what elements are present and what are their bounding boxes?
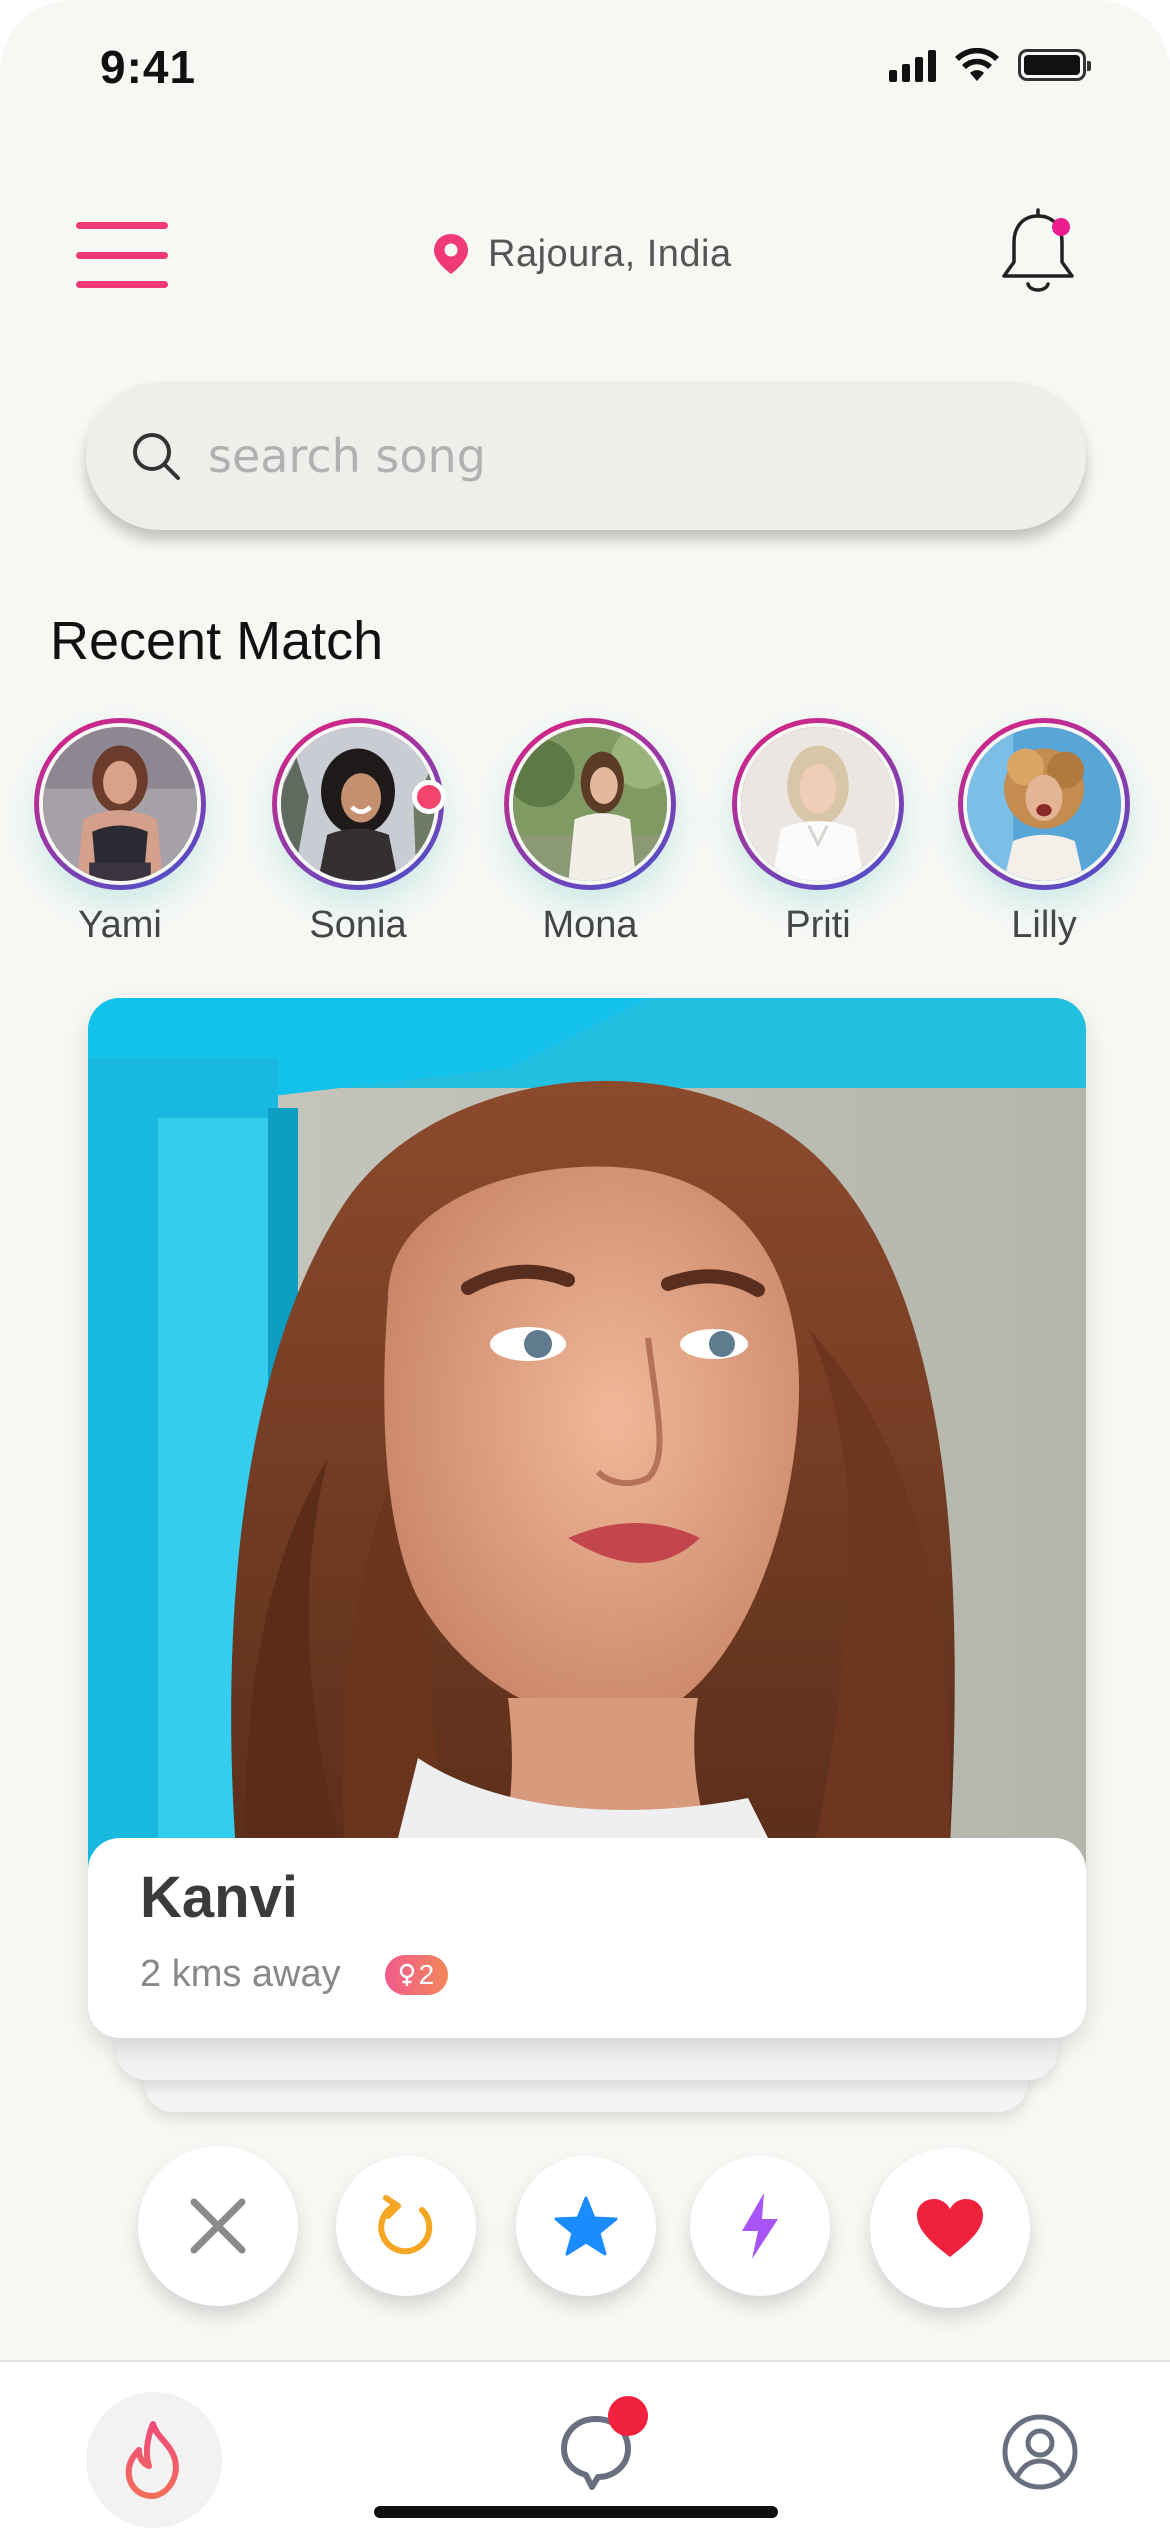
match-name: Sonia [309, 904, 407, 946]
close-icon [190, 2198, 246, 2254]
match-name: Yami [78, 904, 162, 946]
location-selector[interactable]: Rajoura, India [432, 232, 732, 276]
badge-value: 2 [418, 1958, 435, 1990]
search-icon [133, 433, 180, 480]
notification-button[interactable] [996, 206, 1080, 298]
map-pin-icon [434, 234, 468, 274]
cellular-signal-icon [889, 48, 936, 82]
match-name: Mona [542, 904, 638, 946]
profile-distance: 2 kms away [140, 1953, 341, 1995]
super-like-button[interactable] [516, 2156, 656, 2296]
profile-photo [88, 998, 1086, 1878]
home-indicator[interactable] [374, 2506, 778, 2518]
avatar-ring [272, 718, 446, 890]
gender-age-badge: 2 [384, 1954, 449, 1995]
like-button[interactable] [870, 2148, 1030, 2308]
avatar-ring [34, 718, 206, 890]
match-name: Lilly [1011, 904, 1077, 946]
nav-chat[interactable] [546, 2396, 648, 2502]
rewind-button[interactable] [336, 2156, 476, 2296]
profile-meta: 2 kms away 2 [140, 1953, 1034, 1996]
match-item-mona[interactable]: Mona [490, 718, 690, 947]
notification-dot [1052, 218, 1070, 236]
avatar-ring [958, 718, 1130, 890]
user-icon [1002, 2414, 1078, 2490]
flame-icon [125, 2421, 179, 2499]
female-icon [399, 1963, 414, 1986]
dislike-button[interactable] [138, 2146, 298, 2306]
profile-name: Kanvi [140, 1865, 298, 1930]
star-icon [554, 2196, 618, 2256]
lightning-icon [742, 2193, 778, 2259]
heart-icon [917, 2199, 983, 2257]
boost-button[interactable] [690, 2156, 830, 2296]
nav-discover[interactable] [86, 2392, 222, 2528]
wifi-icon [955, 48, 999, 81]
menu-button[interactable] [76, 222, 168, 288]
match-item-yami[interactable]: Yami [20, 718, 220, 947]
match-item-sonia[interactable]: Sonia [258, 718, 458, 947]
match-name: Priti [785, 904, 851, 946]
avatar-ring [504, 718, 676, 890]
profile-card[interactable]: Kanvi 2 kms away 2 [88, 998, 1086, 2038]
match-item-lilly[interactable]: Lilly [944, 718, 1144, 947]
search-input[interactable] [208, 429, 988, 483]
refresh-icon [378, 2195, 433, 2255]
profile-info-panel: Kanvi 2 kms away 2 [88, 1838, 1086, 2038]
status-time: 9:41 [100, 41, 197, 93]
avatar [963, 723, 1125, 885]
section-title-recent-match: Recent Match [50, 611, 384, 671]
avatar [39, 723, 201, 885]
match-item-priti[interactable]: Priti [718, 718, 918, 947]
search-bar[interactable] [86, 382, 1086, 530]
battery-icon [1018, 49, 1091, 81]
recent-match-list: Yami Sonia Mona Priti Lilly [0, 718, 1170, 948]
avatar [509, 723, 671, 885]
chat-notification-dot [608, 2396, 648, 2436]
avatar-ring [732, 718, 904, 890]
status-icons [889, 48, 1091, 82]
avatar [737, 723, 899, 885]
online-status-dot [412, 780, 446, 814]
location-label: Rajoura, India [488, 232, 732, 275]
app-screen: 9:41 Rajoura, India search song Recent M… [0, 0, 1170, 2532]
nav-profile[interactable] [990, 2402, 1090, 2502]
